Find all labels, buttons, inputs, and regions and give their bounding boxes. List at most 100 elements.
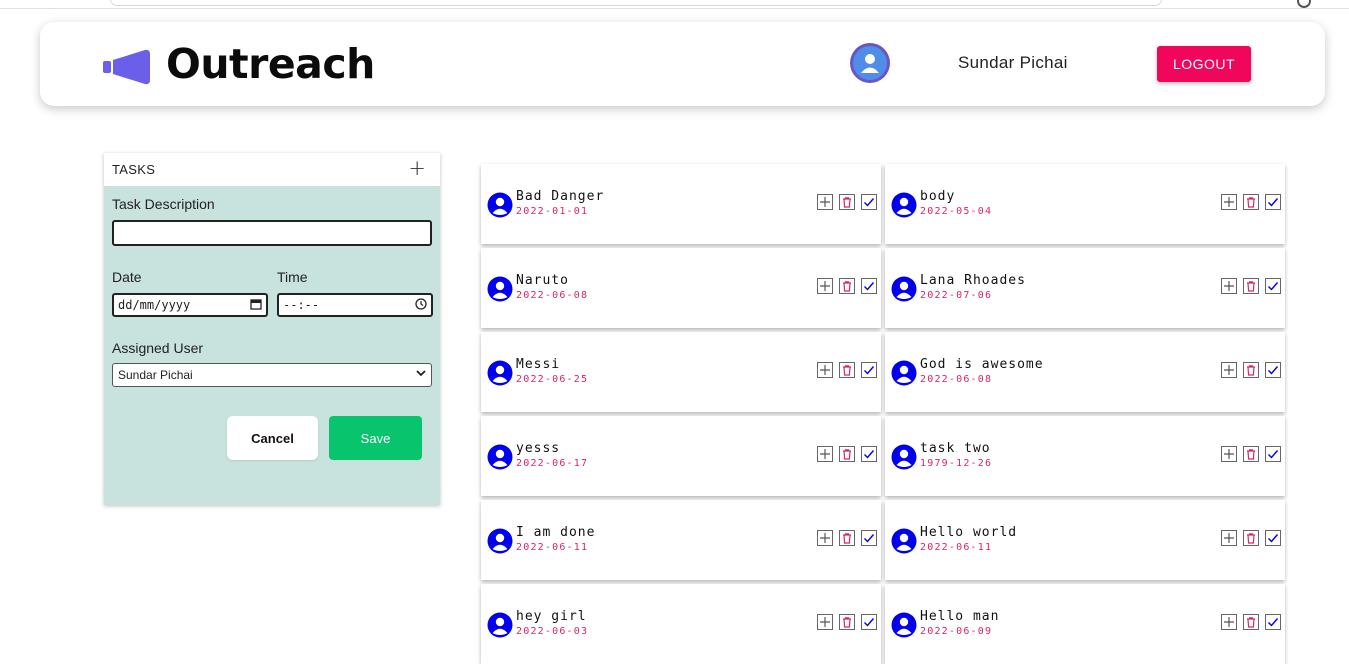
save-button[interactable]: Save xyxy=(329,416,422,460)
task-actions xyxy=(1221,194,1281,210)
assigned-user-label: Assigned User xyxy=(112,340,204,356)
trash-icon[interactable] xyxy=(1243,278,1259,294)
check-icon[interactable] xyxy=(1265,446,1281,462)
task-card: Messi 2022-06-25 xyxy=(481,332,881,412)
plus-icon[interactable]: + xyxy=(408,156,426,180)
check-icon[interactable] xyxy=(861,614,877,630)
trash-icon[interactable] xyxy=(839,278,855,294)
clock-icon[interactable] xyxy=(415,298,427,313)
task-card: I am done 2022-06-11 xyxy=(481,500,881,580)
task-date: 2022-06-03 xyxy=(516,626,589,637)
check-icon[interactable] xyxy=(861,530,877,546)
trash-icon[interactable] xyxy=(839,362,855,378)
megaphone-icon xyxy=(103,49,150,85)
check-icon[interactable] xyxy=(861,278,877,294)
task-card: Hello world 2022-06-11 xyxy=(885,500,1285,580)
user-circle-icon xyxy=(891,612,917,638)
add-icon[interactable] xyxy=(817,362,833,378)
check-icon[interactable] xyxy=(861,446,877,462)
address-bar[interactable] xyxy=(110,0,1162,6)
date-input[interactable]: dd/mm/yyyy xyxy=(112,293,268,317)
logout-button[interactable]: LOGOUT xyxy=(1157,46,1251,82)
task-date: 2022-06-11 xyxy=(516,542,589,553)
user-avatar-icon[interactable] xyxy=(850,43,890,83)
app-header: Outreach Sundar Pichai LOGOUT xyxy=(40,22,1325,106)
check-icon[interactable] xyxy=(861,194,877,210)
task-card: body 2022-05-04 xyxy=(885,164,1285,244)
trash-icon[interactable] xyxy=(839,446,855,462)
add-icon[interactable] xyxy=(817,530,833,546)
task-name: Hello world xyxy=(920,525,1018,540)
add-icon[interactable] xyxy=(817,614,833,630)
check-icon[interactable] xyxy=(861,362,877,378)
task-actions xyxy=(817,362,877,378)
trash-icon[interactable] xyxy=(1243,446,1259,462)
task-form-panel: TASKS + Task Description Date dd/mm/yyyy… xyxy=(104,153,440,505)
task-name: task two xyxy=(920,441,991,456)
time-label: Time xyxy=(277,269,308,285)
task-actions xyxy=(817,278,877,294)
add-icon[interactable] xyxy=(1221,614,1237,630)
add-icon[interactable] xyxy=(817,446,833,462)
task-actions xyxy=(817,194,877,210)
chevron-down-icon xyxy=(415,367,427,382)
user-circle-icon xyxy=(487,360,513,386)
add-icon[interactable] xyxy=(1221,194,1237,210)
task-card: yesss 2022-06-17 xyxy=(481,416,881,496)
task-actions xyxy=(1221,530,1281,546)
trash-icon[interactable] xyxy=(1243,614,1259,630)
check-icon[interactable] xyxy=(1265,194,1281,210)
task-date: 2022-07-06 xyxy=(920,290,993,301)
trash-icon[interactable] xyxy=(1243,194,1259,210)
trash-icon[interactable] xyxy=(1243,530,1259,546)
task-card: Naruto 2022-06-08 xyxy=(481,248,881,328)
user-circle-icon xyxy=(487,444,513,470)
add-icon[interactable] xyxy=(1221,530,1237,546)
task-description-label: Task Description xyxy=(112,196,215,212)
task-date: 2022-06-25 xyxy=(516,374,589,385)
task-date: 2022-06-08 xyxy=(920,374,993,385)
task-description-input[interactable] xyxy=(112,220,432,246)
cancel-button[interactable]: Cancel xyxy=(227,416,318,460)
task-name: God is awesome xyxy=(920,357,1044,372)
user-circle-icon xyxy=(891,276,917,302)
task-date: 2022-06-08 xyxy=(516,290,589,301)
add-icon[interactable] xyxy=(1221,278,1237,294)
user-circle-icon xyxy=(487,612,513,638)
date-label: Date xyxy=(112,269,142,285)
add-icon[interactable] xyxy=(1221,446,1237,462)
task-date: 2022-01-01 xyxy=(516,206,589,217)
check-icon[interactable] xyxy=(1265,278,1281,294)
task-actions xyxy=(1221,362,1281,378)
trash-icon[interactable] xyxy=(839,194,855,210)
task-name: Hello man xyxy=(920,609,1000,624)
task-date: 2022-06-11 xyxy=(920,542,993,553)
calendar-icon[interactable] xyxy=(250,298,262,313)
task-card: Lana Rhoades 2022-07-06 xyxy=(885,248,1285,328)
task-actions xyxy=(1221,278,1281,294)
trash-icon[interactable] xyxy=(839,530,855,546)
task-card: Hello man 2022-06-09 xyxy=(885,584,1285,664)
time-input[interactable]: --:-- xyxy=(277,293,433,317)
user-circle-icon xyxy=(487,276,513,302)
trash-icon[interactable] xyxy=(839,614,855,630)
task-name: Bad Danger xyxy=(516,189,605,204)
task-date: 2022-06-09 xyxy=(920,626,993,637)
add-icon[interactable] xyxy=(817,278,833,294)
task-form-header: TASKS + xyxy=(104,153,440,186)
task-card: task two 1979-12-26 xyxy=(885,416,1285,496)
add-icon[interactable] xyxy=(817,194,833,210)
check-icon[interactable] xyxy=(1265,362,1281,378)
add-icon[interactable] xyxy=(1221,362,1237,378)
trash-icon[interactable] xyxy=(1243,362,1259,378)
user-circle-icon xyxy=(487,528,513,554)
browser-menu-icon[interactable] xyxy=(1297,0,1311,8)
user-circle-icon xyxy=(891,360,917,386)
check-icon[interactable] xyxy=(1265,614,1281,630)
task-actions xyxy=(817,446,877,462)
browser-top-strip xyxy=(0,0,1349,9)
check-icon[interactable] xyxy=(1265,530,1281,546)
task-date: 1979-12-26 xyxy=(920,458,993,469)
user-circle-icon xyxy=(891,192,917,218)
assigned-user-select[interactable]: Sundar Pichai xyxy=(112,363,432,387)
